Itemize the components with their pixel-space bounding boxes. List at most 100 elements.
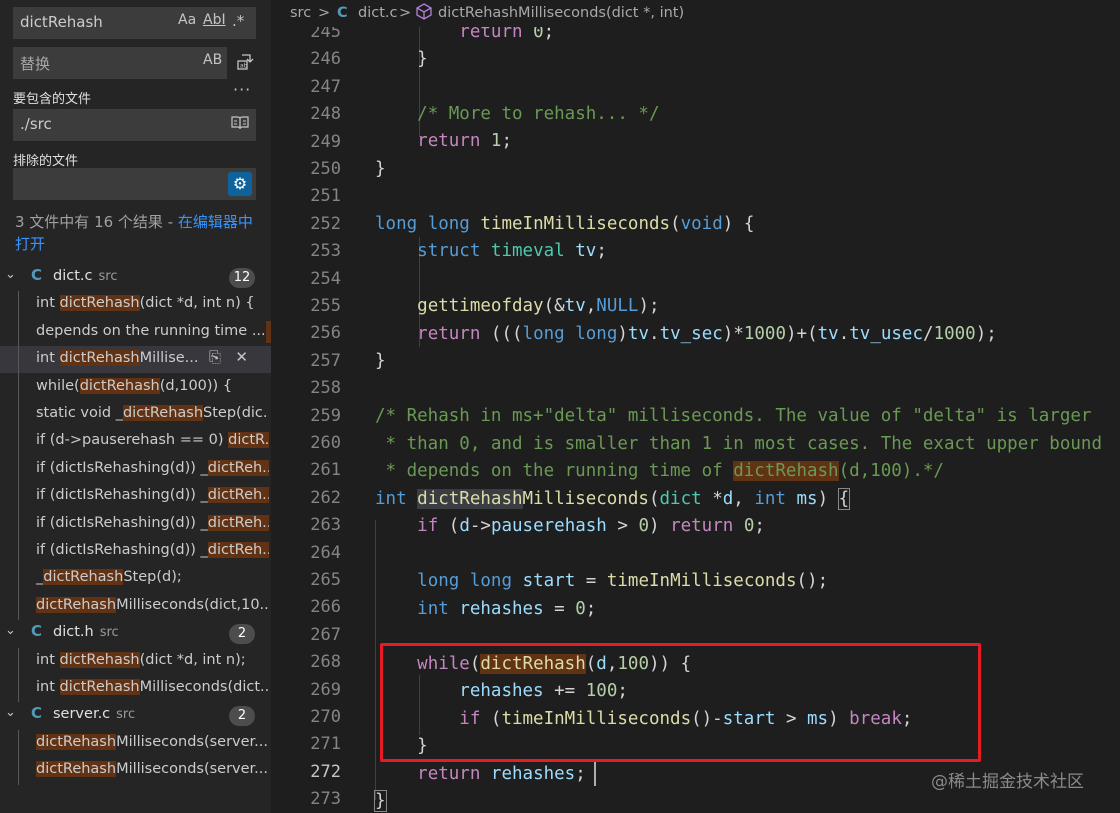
include-value: ./src (20, 115, 52, 133)
regex-toggle[interactable]: .* (232, 12, 244, 30)
results-summary: 3 文件中有 16 个结果 - 在编辑器中打开 (15, 211, 255, 255)
search-match-item[interactable]: dictRehashMilliseconds(dict,10... (0, 593, 271, 620)
search-match-item[interactable]: int dictRehash(dict *d, int n) { (0, 291, 271, 318)
match-preview: dictRehashMilliseconds(server.... (36, 761, 269, 778)
chevron-down-icon[interactable]: ⌄ (5, 705, 16, 720)
breadcrumb-separator: > (399, 5, 412, 21)
c-file-icon: C (31, 622, 43, 641)
match-highlight: dictRehash (36, 596, 117, 613)
match-prefix: static void _ (36, 405, 123, 421)
match-suffix: Milliseconds(server.... (116, 733, 269, 750)
book-icon[interactable] (231, 115, 249, 135)
search-match-item[interactable]: int dictRehashMillise... ⎘ ✕ (0, 346, 271, 374)
match-prefix: if (dictIsRehashing(d)) _ (36, 542, 208, 558)
match-highlight: dictReh... (207, 514, 269, 531)
tree-indent-guide (18, 291, 19, 621)
code-line: /* More to rehash... */ (417, 104, 660, 124)
replace-input[interactable]: 替换 AB (13, 47, 227, 79)
preserve-case-toggle[interactable]: AB (203, 52, 222, 68)
match-prefix: while( (36, 377, 80, 394)
search-match-item[interactable]: if (dictIsRehashing(d)) _dictReh... (0, 511, 271, 538)
match-highlight: dictRehash (59, 651, 140, 668)
code-editor[interactable]: src > C dict.c > dictRehashMilliseconds(… (271, 0, 1120, 813)
search-input[interactable]: dictRehash Aa AbI .* (13, 7, 256, 39)
match-prefix: if (d->pauserehash == 0) (36, 432, 229, 449)
result-file-name: dict.c src (53, 268, 117, 284)
code-line: struct timeval tv; (417, 241, 607, 261)
breadcrumb-folder[interactable]: src (290, 5, 311, 21)
tree-indent-guide (18, 729, 19, 785)
results-count: 3 文件中有 16 个结果 - (15, 213, 178, 231)
match-prefix: if (dictIsRehashing(d)) _ (36, 514, 208, 531)
match-count-badge: 12 (229, 268, 255, 288)
line-number: 268 (310, 652, 341, 673)
code-line: return (((long long)tv.tv_sec)*1000)+(tv… (417, 324, 997, 344)
search-match-item[interactable]: _dictRehashStep(d); (0, 565, 271, 592)
include-label: 要包含的文件 (13, 92, 92, 107)
match-suffix: (dict *d, int n); (139, 651, 246, 668)
match-prefix: depends on the running time ... (36, 322, 266, 339)
search-match-item[interactable]: int dictRehash(dict *d, int n); (0, 648, 271, 675)
line-number: 247 (310, 76, 341, 97)
file-dir: src (98, 269, 118, 284)
search-match-item[interactable]: if (dictIsRehashing(d)) _dictReh... (0, 456, 271, 483)
result-file-row[interactable]: ⌄ Cserver.c src 2 (0, 702, 271, 729)
highlight-annotation-box (380, 643, 981, 762)
line-number: 252 (310, 213, 341, 234)
replace-all-icon[interactable]: ab (237, 52, 256, 76)
code-line: * depends on the running time of dictReh… (375, 461, 944, 481)
search-match-item[interactable]: static void _dictRehashStep(dic... (0, 401, 271, 428)
replace-icon[interactable]: ⎘ (209, 348, 221, 366)
line-number: 267 (310, 624, 341, 645)
include-input[interactable]: ./src (13, 109, 256, 141)
gear-icon[interactable]: ⚙ (228, 172, 252, 196)
breadcrumb-symbol[interactable]: dictRehashMilliseconds(dict *, int) (438, 5, 684, 21)
exclude-input[interactable]: ⚙ (13, 168, 256, 200)
match-preview: depends on the running time ... (36, 323, 269, 339)
result-file-row[interactable]: ⌄ Cdict.h src 2 (0, 620, 271, 647)
search-match-item[interactable]: dictRehashMilliseconds(server.... (0, 757, 271, 784)
search-match-item[interactable]: if (dictIsRehashing(d)) _dictReh... (0, 538, 271, 565)
replace-placeholder: 替换 (20, 55, 51, 73)
match-highlight: dictRehash (43, 569, 124, 586)
match-prefix: if (dictIsRehashing(d)) _ (36, 487, 208, 504)
match-suffix: Step(d); (123, 569, 182, 586)
code-line: if (d->pauserehash > 0) return 0; (417, 516, 765, 536)
breadcrumb: src > C dict.c > dictRehashMilliseconds(… (271, 0, 1120, 27)
match-preview: dictRehashMilliseconds(dict,10... (36, 596, 269, 613)
match-suffix: Milliseconds(dict... (139, 679, 269, 695)
file-name: dict.c (53, 268, 93, 284)
match-preview: int dictRehash(dict *d, int n); (36, 651, 269, 668)
match-highlight: dictRehash (36, 733, 117, 750)
chevron-down-icon[interactable]: ⌄ (5, 623, 16, 638)
search-match-item[interactable]: if (d->pauserehash == 0) dictR... (0, 428, 271, 455)
code-line: long long timeInMilliseconds(void) { (375, 214, 755, 234)
close-icon[interactable]: ✕ (235, 348, 248, 366)
more-options-button[interactable]: ··· (233, 80, 251, 99)
breadcrumb-separator: > (318, 5, 331, 21)
code-line: } (375, 351, 386, 371)
line-number: 269 (310, 679, 341, 700)
code-line: } (375, 159, 386, 179)
search-match-item[interactable]: depends on the running time ... (0, 319, 271, 346)
result-file-row[interactable]: ⌄ Cdict.c src 12 (0, 264, 271, 291)
match-suffix: Millise... (139, 350, 199, 367)
search-match-item[interactable]: while(dictRehash(d,100)) { (0, 374, 271, 401)
match-suffix: (dict *d, int n) { (139, 295, 255, 312)
match-case-toggle[interactable]: Aa (178, 12, 196, 28)
whole-word-toggle[interactable]: AbI (203, 12, 226, 28)
svg-text:ab: ab (240, 63, 248, 70)
match-preview: if (dictIsRehashing(d)) _dictReh... (36, 542, 269, 558)
line-number: 265 (310, 570, 341, 590)
search-match-item[interactable]: dictRehashMilliseconds(server.... (0, 730, 271, 757)
match-highlight: dictReh... (207, 542, 269, 558)
line-number: 260 (310, 433, 341, 453)
code-line: long long start = timeInMilliseconds(); (417, 571, 829, 591)
file-name: dict.h (53, 624, 94, 641)
search-match-item[interactable]: if (dictIsRehashing(d)) _dictReh... (0, 483, 271, 510)
search-match-item[interactable]: int dictRehashMilliseconds(dict... (0, 675, 271, 702)
line-number: 257 (310, 350, 341, 371)
breadcrumb-file[interactable]: dict.c (358, 5, 397, 21)
chevron-down-icon[interactable]: ⌄ (5, 267, 16, 282)
code-line: /* Rehash in ms+"delta" milliseconds. Th… (375, 406, 1092, 426)
